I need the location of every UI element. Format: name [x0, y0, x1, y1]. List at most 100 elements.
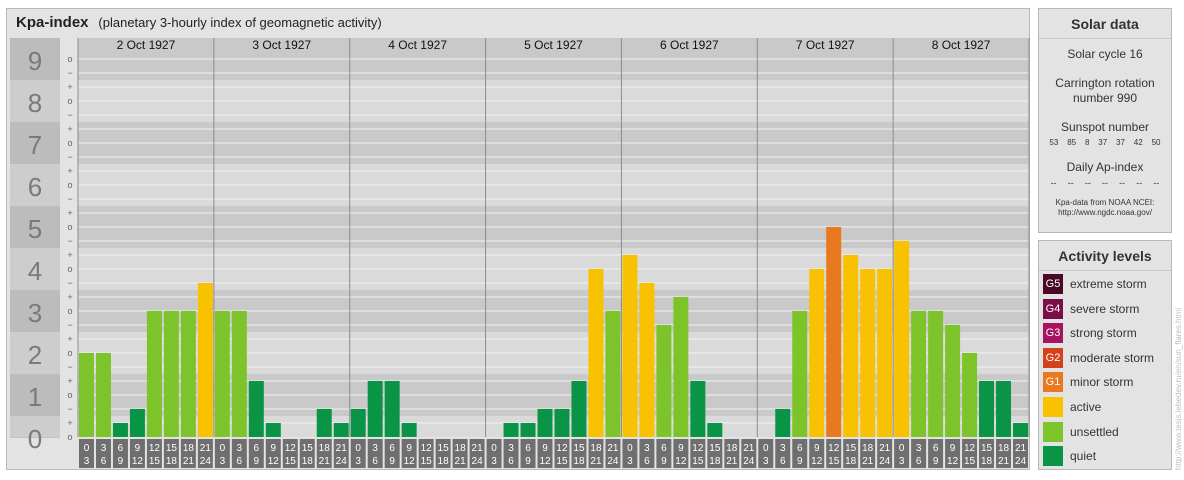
x-tick-end: 15 — [828, 456, 840, 467]
x-tick-start: 9 — [950, 443, 956, 454]
ap-values: -- -- -- -- -- -- -- — [1039, 178, 1171, 188]
x-tick-end: 24 — [743, 456, 755, 467]
x-tick-end: 24 — [200, 456, 212, 467]
kp-bar — [197, 282, 213, 437]
sub-tick: o — [67, 264, 72, 274]
x-tick-end: 9 — [525, 456, 531, 467]
ap-value: -- — [1119, 178, 1126, 188]
x-tick-start: 12 — [692, 443, 704, 454]
x-tick-start: 3 — [372, 443, 378, 454]
x-tick-end: 21 — [862, 456, 874, 467]
level-label: unsettled — [1070, 424, 1119, 439]
y-tick-label: 8 — [28, 88, 42, 118]
y-tick-label: 0 — [28, 424, 42, 454]
kp-bar — [214, 311, 230, 437]
x-tick-start: 21 — [879, 443, 891, 454]
level-swatch: G4 — [1043, 298, 1063, 319]
x-tick-start: 9 — [406, 443, 412, 454]
x-tick-start: 21 — [1015, 443, 1027, 454]
x-tick-end: 18 — [845, 456, 857, 467]
kp-bar — [401, 423, 417, 437]
x-tick-end: 12 — [675, 456, 687, 467]
x-tick-start: 15 — [981, 443, 993, 454]
kp-bar — [588, 269, 604, 437]
x-tick-end: 12 — [132, 456, 144, 467]
x-tick-start: 15 — [166, 443, 178, 454]
level-swatch — [1043, 421, 1063, 442]
y-tick-label: 6 — [28, 172, 42, 202]
sub-tick: + — [67, 208, 72, 218]
x-tick-start: 18 — [183, 443, 195, 454]
x-tick-end: 21 — [455, 456, 467, 467]
sub-tick: − — [67, 110, 72, 120]
sub-tick: − — [67, 362, 72, 372]
sub-tick: o — [67, 54, 72, 64]
kp-bar — [911, 311, 927, 437]
x-tick-start: 3 — [508, 443, 514, 454]
kp-bar — [877, 269, 893, 437]
sub-tick: o — [67, 348, 72, 358]
kp-bar — [860, 269, 876, 437]
kp-bar — [163, 311, 179, 437]
x-tick-start: 21 — [200, 443, 212, 454]
sunspot-value: 50 — [1151, 138, 1161, 147]
sub-tick: + — [67, 292, 72, 302]
x-tick-end: 15 — [964, 456, 976, 467]
level-strong-storm: G3 strong storm — [1043, 323, 1137, 344]
x-tick-end: 9 — [933, 456, 939, 467]
x-tick-start: 18 — [726, 443, 738, 454]
x-tick-start: 6 — [389, 443, 395, 454]
sunspot-values: 53 85 8 37 37 42 50 — [1039, 138, 1171, 147]
ap-value: -- — [1101, 178, 1108, 188]
kp-bar — [112, 423, 128, 437]
chart-title: Kpa-index (planetary 3-hourly index of g… — [16, 14, 382, 31]
kp-bar — [690, 381, 706, 437]
x-tick-start: 18 — [862, 443, 874, 454]
y-tick-label: 2 — [28, 340, 42, 370]
x-tick-end: 24 — [472, 456, 484, 467]
kp-bar — [996, 381, 1012, 437]
y-tick-label: 9 — [28, 46, 42, 76]
sub-tick: o — [67, 222, 72, 232]
x-tick-start: 0 — [763, 443, 769, 454]
kp-bar — [673, 297, 689, 437]
sub-tick: o — [67, 432, 72, 442]
x-tick-end: 9 — [797, 456, 803, 467]
kp-bar — [554, 408, 570, 437]
level-quiet: quiet — [1043, 446, 1096, 467]
day-label: 5 Oct 1927 — [524, 38, 583, 52]
x-tick-end: 6 — [508, 456, 514, 467]
x-tick-start: 6 — [661, 443, 667, 454]
level-extreme-storm: G5 extreme storm — [1043, 274, 1147, 294]
carrington-line2: number 990 — [1072, 91, 1138, 105]
solar-cycle: Solar cycle 16 — [1067, 47, 1143, 61]
x-tick-end: 21 — [726, 456, 738, 467]
x-tick-end: 21 — [998, 456, 1010, 467]
x-tick-end: 6 — [916, 456, 922, 467]
kp-bar — [843, 255, 859, 437]
kp-bar — [1013, 423, 1028, 437]
x-tick-start: 9 — [271, 443, 277, 454]
x-tick-start: 12 — [285, 443, 297, 454]
sunspot-value: 85 — [1067, 138, 1077, 147]
x-tick-end: 6 — [237, 456, 243, 467]
day-label: 4 Oct 1927 — [388, 38, 447, 52]
x-tick-start: 21 — [607, 443, 619, 454]
ap-label: Daily Ap-index — [1066, 160, 1144, 174]
level-swatch — [1043, 446, 1063, 467]
x-tick-end: 18 — [573, 456, 585, 467]
credit-text: http://www.tesis.lebedev.ru/en/sun_flare… — [1174, 307, 1183, 470]
sub-tick: − — [67, 68, 72, 78]
y-tick-label: 1 — [28, 382, 42, 412]
x-tick-end: 24 — [336, 456, 348, 467]
level-swatch: G5 — [1043, 274, 1063, 294]
solar-data-heading: Solar data — [1039, 9, 1171, 39]
kp-bar — [503, 423, 519, 437]
kp-bar — [537, 408, 553, 437]
x-tick-start: 12 — [149, 443, 161, 454]
y-tick-label: 5 — [28, 214, 42, 244]
kp-bar — [333, 423, 349, 437]
x-tick-end: 9 — [118, 456, 124, 467]
sub-tick: o — [67, 306, 72, 316]
kp-bar — [79, 353, 94, 437]
